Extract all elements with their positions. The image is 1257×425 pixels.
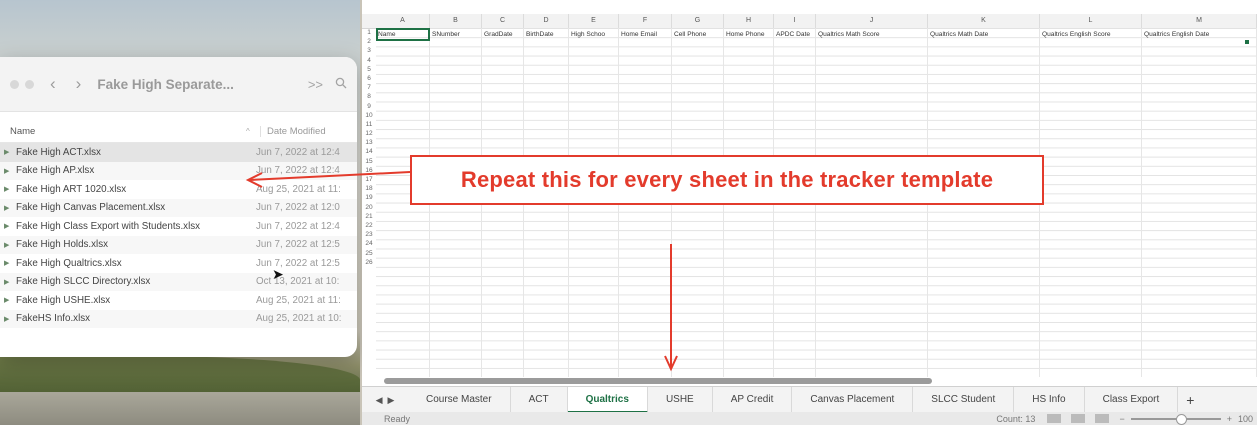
annotation-arrows — [245, 171, 678, 372]
down-arrow — [664, 244, 678, 372]
instruction-callout: Repeat this for every sheet in the track… — [410, 155, 1044, 205]
left-arrow — [245, 171, 411, 188]
